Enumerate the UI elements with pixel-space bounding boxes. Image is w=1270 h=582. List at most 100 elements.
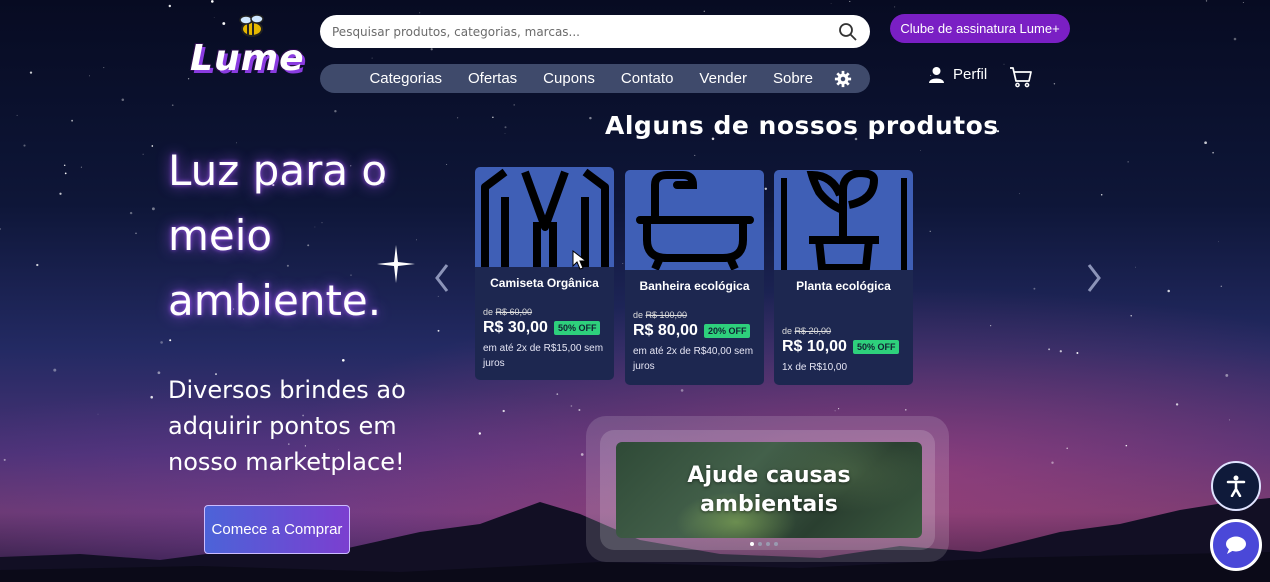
user-icon: [929, 67, 944, 83]
accessibility-button[interactable]: [1211, 461, 1261, 511]
star: [478, 432, 481, 435]
product-card[interactable]: Banheira ecológica de R$ 100,00 R$ 80,00…: [625, 170, 764, 385]
banner-dot[interactable]: [774, 542, 778, 546]
star: [849, 0, 851, 2]
star: [622, 263, 624, 265]
shopping-cart-icon[interactable]: [1009, 65, 1033, 89]
star: [169, 339, 172, 342]
price-row: R$ 10,00 50% OFF: [774, 338, 913, 356]
star: [1220, 285, 1223, 287]
star: [1225, 373, 1229, 377]
profile-link[interactable]: Perfil: [928, 66, 987, 83]
installments-text: 1x de R$10,00: [782, 362, 848, 373]
causes-banner[interactable]: Ajude causas ambientais: [616, 442, 922, 538]
star: [513, 104, 515, 106]
carousel-prev-arrow-icon[interactable]: [432, 262, 452, 294]
product-price: R$ 10,00: [782, 338, 847, 355]
star: [97, 413, 99, 415]
old-price-prefix: de: [483, 307, 494, 317]
product-price: R$ 80,00: [633, 322, 698, 339]
price-row: R$ 80,00 20% OFF: [625, 322, 764, 340]
gear-icon[interactable]: [834, 70, 852, 88]
star: [905, 409, 907, 411]
star: [1125, 444, 1128, 447]
logo-text: Lume: [190, 38, 305, 79]
banner-dot[interactable]: [750, 542, 754, 546]
product-name: Planta ecológica: [796, 279, 891, 293]
star: [0, 228, 2, 230]
mouse-cursor-icon: [572, 250, 588, 270]
nav-vender[interactable]: Vender: [686, 70, 760, 87]
star: [920, 150, 921, 151]
discount-badge: 50% OFF: [852, 340, 900, 354]
star: [894, 6, 896, 8]
nav-ofertas[interactable]: Ofertas: [455, 70, 530, 87]
search-icon[interactable]: [838, 22, 858, 42]
product-card[interactable]: Camiseta Orgânica de R$ 60,00 R$ 30,00 5…: [475, 167, 614, 380]
hero-title: Luz para o meio ambiente.: [168, 146, 388, 325]
star: [210, 0, 214, 3]
price-row: R$ 30,00 50% OFF: [475, 319, 614, 337]
banner-dot[interactable]: [766, 542, 770, 546]
shirt-icon: [481, 168, 609, 267]
discount-badge: 50% OFF: [553, 321, 601, 335]
star: [580, 453, 584, 456]
star: [764, 187, 768, 191]
banner-dot[interactable]: [758, 542, 762, 546]
star: [570, 405, 573, 407]
installments-text: em até 2x de R$40,00 sem juros: [633, 346, 754, 372]
products-section-title: Alguns de nossos produtos: [605, 111, 999, 140]
chat-button[interactable]: [1210, 519, 1262, 571]
star: [1205, 0, 1208, 2]
star: [151, 207, 155, 211]
bee-icon: [239, 14, 264, 37]
star: [929, 230, 931, 232]
star: [80, 166, 82, 168]
nav-categorias[interactable]: Categorias: [356, 70, 455, 87]
star: [1051, 461, 1054, 464]
start-shopping-button[interactable]: Comece a Comprar: [204, 505, 350, 554]
old-price: R$ 60,00: [495, 307, 533, 317]
carousel-next-arrow-icon[interactable]: [1084, 262, 1104, 294]
subscription-club-button[interactable]: Clube de assinatura Lume+: [890, 14, 1070, 43]
star: [53, 368, 57, 372]
hero-subtitle: Diversos brindes ao adquirir pontos em n…: [168, 376, 406, 476]
star: [1130, 315, 1132, 317]
star: [838, 408, 840, 410]
star: [64, 172, 67, 175]
star: [556, 393, 559, 395]
search-input[interactable]: [332, 15, 838, 48]
star: [59, 192, 62, 195]
star: [1204, 141, 1207, 145]
product-image: [625, 170, 764, 270]
nav-cupons[interactable]: Cupons: [530, 70, 608, 87]
lume-logo[interactable]: Lume: [190, 14, 305, 86]
star: [504, 126, 507, 129]
product-image: [475, 167, 614, 267]
product-image: [774, 170, 913, 270]
nav-contato[interactable]: Contato: [608, 70, 687, 87]
star: [830, 3, 832, 4]
star: [578, 409, 581, 411]
nav-sobre[interactable]: Sobre: [760, 70, 826, 87]
star: [1127, 161, 1129, 163]
star: [371, 57, 373, 59]
star: [1212, 151, 1214, 154]
product-card[interactable]: Planta ecológica de R$ 20,00 R$ 10,00 50…: [774, 170, 913, 385]
search-bar[interactable]: [320, 15, 870, 48]
star: [1167, 289, 1170, 293]
star: [1033, 287, 1036, 290]
old-price-prefix: de: [782, 326, 793, 336]
star: [121, 98, 125, 102]
star: [1048, 348, 1051, 351]
star: [1175, 403, 1179, 406]
installments-text: em até 2x de R$15,00 sem juros: [483, 343, 604, 369]
star: [694, 154, 696, 156]
chat-bubble-icon: [1226, 536, 1246, 554]
star: [457, 117, 459, 119]
star: [419, 12, 421, 14]
star: [129, 211, 133, 215]
star: [492, 116, 494, 118]
star: [1233, 37, 1237, 41]
star: [504, 133, 506, 134]
